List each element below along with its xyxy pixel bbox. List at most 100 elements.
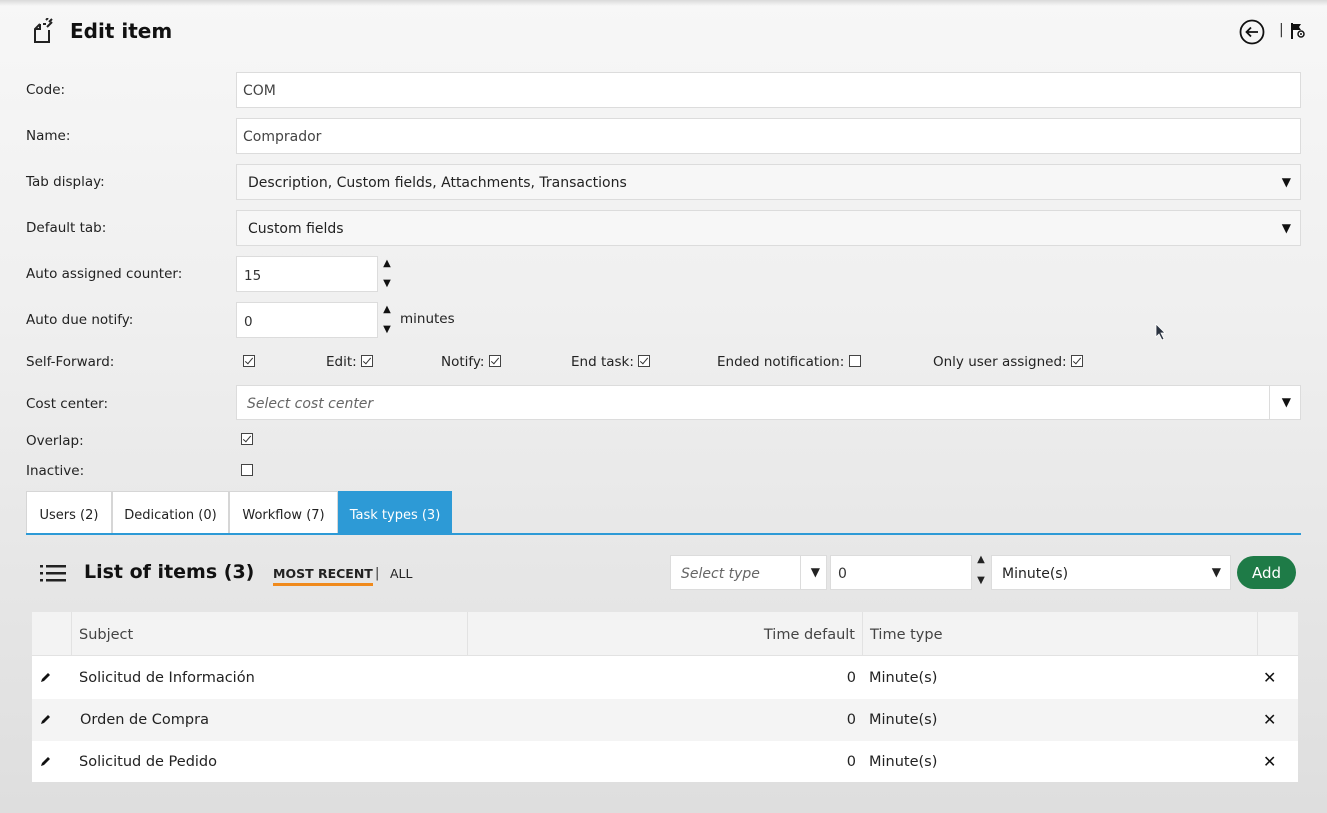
- filter-all[interactable]: ALL: [390, 566, 412, 581]
- notify-option: Notify:: [441, 354, 501, 370]
- only-user-option: Only user assigned:: [933, 354, 1083, 370]
- header-separator: |: [1279, 22, 1284, 38]
- edit-checkbox[interactable]: [361, 355, 373, 367]
- auto-assigned-input[interactable]: 15: [236, 256, 378, 292]
- inactive-label: Inactive:: [26, 463, 85, 479]
- cell-time-default: 0: [846, 712, 856, 728]
- spin-up-icon[interactable]: ▲: [975, 554, 987, 565]
- close-icon[interactable]: ✕: [1263, 710, 1276, 729]
- default-tab-label: Default tab:: [26, 220, 107, 236]
- flag-settings-icon[interactable]: [1290, 22, 1306, 40]
- header-delete-column: [1258, 612, 1298, 656]
- list-icon: [40, 565, 66, 582]
- spin-down-icon[interactable]: ▼: [381, 274, 393, 294]
- ended-notification-label: Ended notification:: [717, 354, 845, 370]
- auto-due-unit: minutes: [400, 311, 455, 327]
- header-subject[interactable]: Subject: [72, 612, 468, 656]
- cell-time-default: 0: [846, 670, 856, 686]
- edit-document-icon: [34, 18, 53, 43]
- auto-due-label: Auto due notify:: [26, 312, 134, 328]
- end-task-option: End task:: [571, 354, 651, 370]
- table-row: Solicitud de Información 0 Minute(s) ✕: [32, 657, 1298, 699]
- cell-time-type: Minute(s): [869, 712, 938, 728]
- cell-time-type: Minute(s): [869, 754, 938, 770]
- code-label: Code:: [26, 82, 66, 98]
- self-forward-label: Self-Forward:: [26, 354, 115, 370]
- table-row: Solicitud de Pedido 0 Minute(s) ✕: [32, 741, 1298, 783]
- end-task-checkbox[interactable]: [638, 355, 651, 367]
- cell-time-type: Minute(s): [869, 670, 938, 686]
- ended-notification-option: Ended notification:: [717, 354, 861, 370]
- divider: [1269, 386, 1270, 419]
- table-row: Orden de Compra 0 Minute(s) ✕: [32, 699, 1298, 741]
- page-title: Edit item: [70, 19, 173, 43]
- add-button[interactable]: Add: [1237, 556, 1296, 589]
- unit-value: Minute(s): [1002, 566, 1069, 582]
- notify-label: Notify:: [441, 354, 485, 370]
- auto-due-input[interactable]: 0: [236, 302, 378, 338]
- quantity-input[interactable]: 0: [830, 555, 972, 590]
- tab-display-value: Description, Custom fields, Attachments,…: [248, 175, 627, 191]
- inactive-checkbox[interactable]: [241, 464, 253, 476]
- close-icon[interactable]: ✕: [1263, 752, 1276, 771]
- select-type-placeholder: Select type: [681, 566, 760, 582]
- pencil-icon[interactable]: [40, 755, 52, 767]
- caret-down-icon: ▼: [1281, 221, 1291, 235]
- cell-subject: Orden de Compra: [80, 712, 209, 728]
- caret-down-icon: ▼: [810, 565, 820, 579]
- close-icon[interactable]: ✕: [1263, 668, 1276, 687]
- cost-center-placeholder: Select cost center: [247, 396, 374, 412]
- name-label: Name:: [26, 128, 71, 144]
- self-forward-option: [243, 354, 255, 370]
- header-time-default[interactable]: Time default: [468, 612, 863, 656]
- divider: [800, 556, 801, 589]
- table-header: Subject Time default Time type: [32, 612, 1298, 656]
- items-table: Subject Time default Time type Solicitud…: [32, 612, 1298, 782]
- code-field[interactable]: COM: [236, 72, 1301, 108]
- caret-down-icon: ▼: [1281, 395, 1291, 409]
- pencil-icon[interactable]: [40, 671, 52, 683]
- tab-workflow[interactable]: Workflow (7): [229, 491, 338, 534]
- cost-center-label: Cost center:: [26, 396, 109, 412]
- mouse-cursor-icon: [1155, 323, 1166, 341]
- cell-time-default: 0: [846, 754, 856, 770]
- back-arrow-icon[interactable]: [1239, 19, 1265, 45]
- auto-assigned-label: Auto assigned counter:: [26, 266, 183, 282]
- page-header: Edit item |: [0, 0, 1327, 64]
- unit-select[interactable]: Minute(s) ▼: [991, 555, 1231, 590]
- only-user-label: Only user assigned:: [933, 354, 1067, 370]
- caret-down-icon: ▼: [1211, 565, 1221, 579]
- tab-underline: [26, 533, 1301, 535]
- tab-dedication[interactable]: Dedication (0): [112, 491, 229, 534]
- name-field[interactable]: Comprador: [236, 118, 1301, 154]
- tab-users[interactable]: Users (2): [26, 491, 112, 534]
- only-user-checkbox[interactable]: [1070, 355, 1083, 367]
- filter-most-recent[interactable]: MOST RECENT: [273, 566, 373, 586]
- default-tab-select[interactable]: Custom fields ▼: [236, 210, 1301, 246]
- end-task-label: End task:: [571, 354, 634, 370]
- notify-checkbox[interactable]: [488, 355, 501, 367]
- cell-subject: Solicitud de Pedido: [79, 754, 218, 770]
- overlap-label: Overlap:: [26, 433, 84, 449]
- spin-down-icon[interactable]: ▼: [975, 575, 987, 586]
- header-time-type[interactable]: Time type: [863, 612, 1258, 656]
- cost-center-select[interactable]: Select cost center ▼: [236, 385, 1301, 420]
- filter-separator: |: [375, 566, 380, 581]
- overlap-checkbox[interactable]: [241, 433, 253, 445]
- spin-up-icon[interactable]: ▲: [381, 254, 393, 274]
- caret-down-icon: ▼: [1281, 175, 1291, 189]
- cell-subject: Solicitud de Información: [79, 670, 255, 686]
- self-forward-checkbox[interactable]: [243, 355, 255, 367]
- ended-notification-checkbox[interactable]: [848, 355, 861, 367]
- spin-up-icon[interactable]: ▲: [381, 300, 393, 320]
- edit-label: Edit:: [326, 354, 357, 370]
- spin-down-icon[interactable]: ▼: [381, 320, 393, 340]
- tab-task-types[interactable]: Task types (3): [338, 491, 452, 534]
- tab-display-label: Tab display:: [26, 174, 105, 190]
- select-type-dropdown[interactable]: Select type ▼: [670, 555, 827, 590]
- tab-display-select[interactable]: Description, Custom fields, Attachments,…: [236, 164, 1301, 200]
- header-action-column: [32, 612, 72, 656]
- default-tab-value: Custom fields: [248, 221, 344, 237]
- pencil-icon[interactable]: [40, 713, 52, 725]
- list-title: List of items (3): [84, 561, 255, 583]
